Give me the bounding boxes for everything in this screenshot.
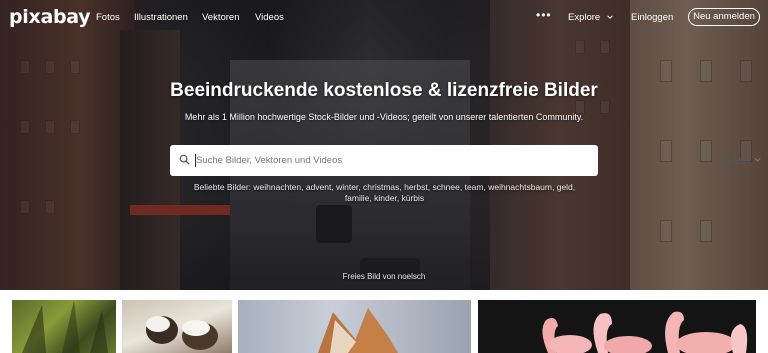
explore-label: Explore (568, 12, 601, 23)
explore-menu[interactable]: Explore (568, 12, 614, 23)
chevron-down-icon[interactable] (753, 155, 762, 164)
search-type-select[interactable]: Bilder (726, 156, 750, 167)
hero-headline: Beeindruckende kostenlose & lizenzfreie … (170, 80, 598, 101)
popular-terms[interactable]: weihnachten, advent, winter, christmas, … (253, 182, 575, 203)
thumbnail-snow-cones[interactable] (122, 300, 232, 353)
nav-fotos[interactable]: Fotos (96, 12, 120, 23)
popular-searches: Beliebte Bilder: weihnachten, advent, wi… (182, 182, 587, 204)
thumbnail-fox[interactable] (238, 300, 471, 353)
search-input[interactable] (196, 150, 536, 171)
hero-subline: Mehr als 1 Million hochwertige Stock-Bil… (184, 112, 584, 122)
signup-button[interactable]: Neu anmelden (688, 8, 760, 26)
nav-videos[interactable]: Videos (255, 12, 284, 23)
nav-illustrationen[interactable]: Illustrationen (134, 12, 188, 23)
pinecones-image (146, 316, 218, 350)
search-icon[interactable] (179, 154, 190, 165)
fox-image (318, 308, 398, 353)
more-menu-icon[interactable]: ••• (536, 8, 552, 22)
flamingos-image (542, 311, 748, 353)
text-cursor (195, 154, 196, 167)
nav-vektoren[interactable]: Vektoren (202, 12, 240, 23)
search-bar: Bilder (170, 145, 761, 176)
top-navigation: pixabay Fotos Illustrationen Vektoren Vi… (0, 0, 768, 34)
chevron-down-icon (607, 15, 613, 20)
trees-image (22, 300, 108, 353)
image-credit[interactable]: Freies Bild von noelsch (0, 272, 768, 281)
pixabay-logo[interactable]: pixabay (9, 6, 91, 28)
thumbnail-trees[interactable] (12, 300, 116, 353)
login-link[interactable]: Einloggen (631, 12, 673, 23)
popular-label: Beliebte Bilder: (193, 182, 252, 192)
thumbnail-flamingos[interactable] (478, 300, 756, 353)
